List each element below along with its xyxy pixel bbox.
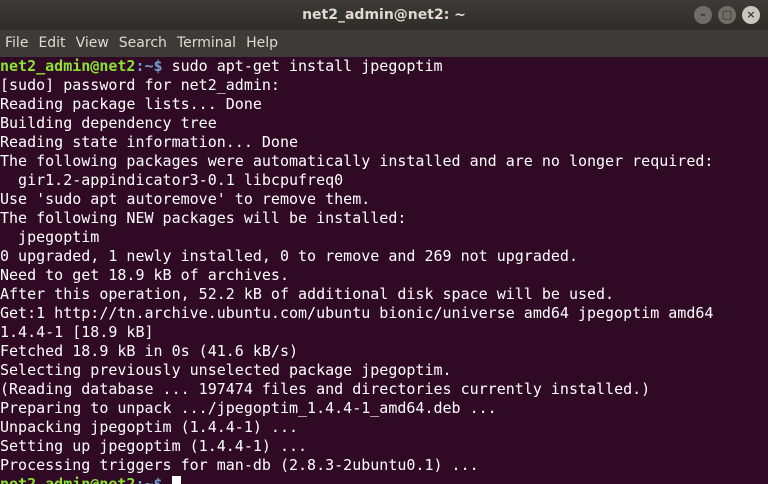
output-line: The following packages were automaticall… [0, 152, 714, 170]
close-button[interactable]: × [742, 6, 760, 24]
output-line: [sudo] password for net2_admin: [0, 76, 280, 94]
output-line: 0 upgraded, 1 newly installed, 0 to remo… [0, 247, 578, 265]
output-line: Processing triggers for man-db (2.8.3-2u… [0, 456, 479, 474]
text-cursor [171, 476, 181, 484]
output-line: gir1.2-appindicator3-0.1 libcpufreq0 [0, 171, 344, 189]
menu-search[interactable]: Search [114, 30, 172, 57]
output-line: The following NEW packages will be insta… [0, 209, 407, 227]
output-line: Building dependency tree [0, 114, 217, 132]
window-controls: – □ × [694, 6, 760, 24]
menu-view[interactable]: View [71, 30, 114, 57]
output-line: jpegoptim [0, 228, 100, 246]
output-line: (Reading database ... 197474 files and d… [0, 380, 651, 398]
output-line: After this operation, 52.2 kB of additio… [0, 285, 615, 303]
output-line: Preparing to unpack .../jpegoptim_1.4.4-… [0, 399, 497, 417]
output-line: Reading package lists... Done [0, 95, 262, 113]
menu-file[interactable]: File [0, 30, 33, 57]
menu-terminal[interactable]: Terminal [172, 30, 241, 57]
menu-bar: File Edit View Search Terminal Help [0, 30, 768, 57]
command-text: sudo apt-get install jpegoptim [171, 57, 443, 75]
menu-edit[interactable]: Edit [33, 30, 70, 57]
title-bar[interactable]: net2_admin@net2: ~ – □ × [0, 0, 768, 30]
final-prompt-line: net2_admin@net2:~$ [0, 475, 181, 484]
prompt-path: :~$ [135, 475, 172, 484]
prompt-user-host: net2_admin@net2 [0, 475, 136, 484]
output-line: Reading state information... Done [0, 133, 299, 151]
maximize-button[interactable]: □ [718, 6, 736, 24]
prompt-user-host: net2_admin@net2 [0, 57, 136, 75]
output-line: Setting up jpegoptim (1.4.4-1) ... [0, 437, 308, 455]
output-line: Use 'sudo apt autoremove' to remove them… [0, 190, 371, 208]
window-title: net2_admin@net2: ~ [302, 7, 466, 23]
output-line: Need to get 18.9 kB of archives. [0, 266, 289, 284]
terminal-window: net2_admin@net2: ~ – □ × File Edit View … [0, 0, 768, 484]
output-line: Unpacking jpegoptim (1.4.4-1) ... [0, 418, 299, 436]
output-line: Get:1 http://tn.archive.ubuntu.com/ubunt… [0, 304, 714, 322]
menu-help[interactable]: Help [241, 30, 283, 57]
output-line: 1.4.4-1 [18.9 kB] [0, 323, 154, 341]
output-line: Selecting previously unselected package … [0, 361, 452, 379]
prompt-path: :~$ [135, 57, 172, 75]
terminal-output[interactable]: net2_admin@net2:~$ sudo apt-get install … [0, 57, 768, 484]
output-line: Fetched 18.9 kB in 0s (41.6 kB/s) [0, 342, 299, 360]
command-line: net2_admin@net2:~$ sudo apt-get install … [0, 57, 443, 76]
minimize-button[interactable]: – [694, 6, 712, 24]
